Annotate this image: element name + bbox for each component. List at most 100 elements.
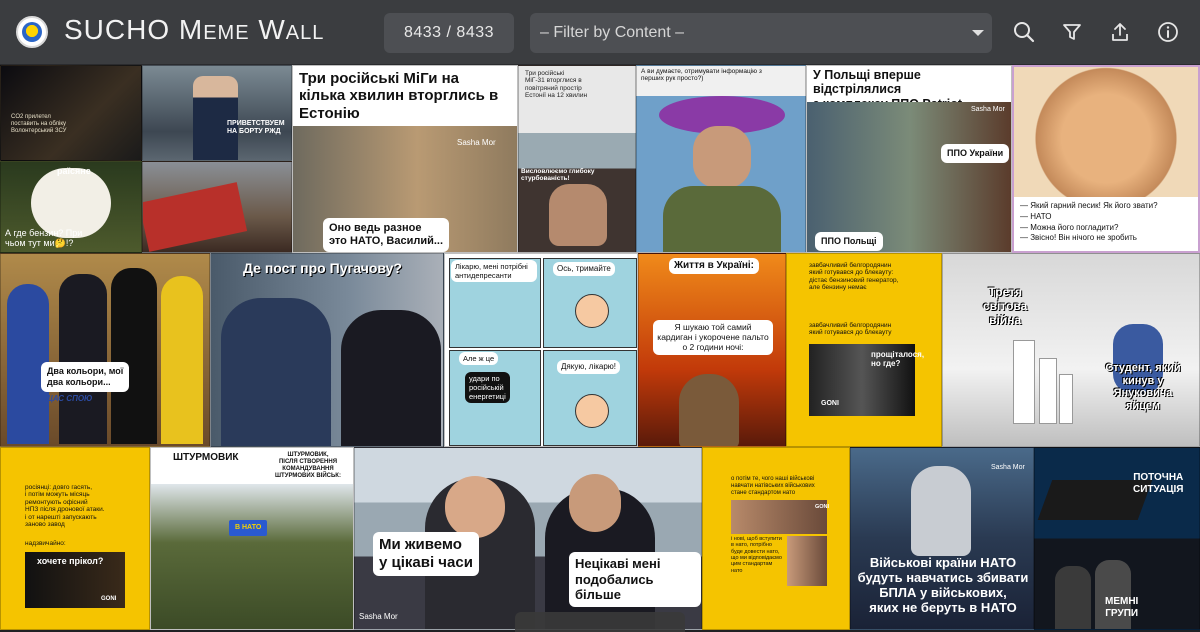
- meme-caption: CO2 прилетел поставить на обліку Волонте…: [11, 114, 67, 134]
- meme-figure: [193, 76, 238, 160]
- meme-tile[interactable]: росіянці: довго гасять, і потім можуть м…: [0, 447, 150, 630]
- meme-caption: завбачливий белгородянин який готувався …: [809, 322, 892, 337]
- meme-tile[interactable]: Ми живемо у цікаві часи Нецікаві мені по…: [354, 447, 702, 630]
- meme-caption: завбачливий белгородянин який готувався …: [809, 262, 899, 292]
- meme-figure: [663, 186, 781, 252]
- meme-figure: [341, 310, 441, 446]
- meme-caption: Третя світова війна: [983, 285, 1028, 327]
- meme-tile[interactable]: У Польщі вперше відстрілялися з комплекс…: [806, 65, 1012, 253]
- meme-tile[interactable]: — Який гарний песик! Як його звати? — НА…: [1012, 65, 1200, 253]
- meme-photo: [731, 500, 827, 534]
- chevron-down-icon: [972, 30, 984, 36]
- sucho-logo-icon[interactable]: [16, 16, 48, 48]
- meme-label: ППО України: [941, 144, 1010, 163]
- meme-figure: [59, 274, 107, 444]
- meme-tile[interactable]: ШТУРМОВИК ШТУРМОВИК, ПІСЛЯ СТВОРЕННЯ КОМ…: [150, 447, 354, 630]
- meme-speech-bubble: Нецікаві мені подобались більше: [569, 552, 701, 607]
- meme-figure: [679, 374, 739, 446]
- meme-caption: Військові країни НАТО будуть навчатись з…: [857, 555, 1029, 615]
- meme-speech-bubble: Дякую, лікарю!: [557, 360, 621, 374]
- top-bar: SUCHO Meme Wall 8433 / 8433 – Filter by …: [0, 0, 1200, 65]
- meme-tile[interactable]: завбачливий белгородянин який готувався …: [786, 253, 942, 447]
- meme-caption: росіянці: довго гасять, і потім можуть м…: [25, 484, 105, 529]
- meme-tile[interactable]: Два кольори, мої два кольори... ЩАС СПОЮ: [0, 253, 210, 447]
- meme-caption: Студент, який кинув у Януковича яйцем: [1105, 362, 1181, 412]
- meme-caption: прощіталося, но где?: [871, 350, 925, 369]
- meme-title: Де пост про Пугачову?: [243, 260, 403, 276]
- meme-title: ШТУРМОВИК: [173, 452, 239, 463]
- meme-speech-bubble: Ось, тримайте: [553, 262, 615, 276]
- meme-speech-bubble: Але ж це: [459, 352, 499, 365]
- meme-caption: раїсяне: [57, 166, 91, 176]
- meme-tile[interactable]: ПРИВЕТСТВУЕМ НА БОРТУ РЖД: [142, 65, 292, 161]
- meme-credit: Sasha Mor: [991, 464, 1025, 471]
- meme-tile[interactable]: Життя в Україні: Я шукаю той самий карди…: [638, 253, 786, 447]
- meme-figure: [143, 182, 248, 252]
- meme-speech-bubble: Я шукаю той самий кардиган і укорочене п…: [653, 320, 773, 355]
- domino: [1013, 340, 1035, 424]
- meme-tile[interactable]: раїсяне А где бензин? При чьом тут ми🤔!?: [0, 161, 142, 253]
- meme-caption: — Який гарний песик! Як його звати? — НА…: [1020, 201, 1158, 243]
- bottom-overlay-bar: [515, 612, 685, 632]
- meme-speech-bubble: Ми живемо у цікаві часи: [373, 532, 479, 576]
- search-icon[interactable]: [1012, 20, 1036, 44]
- meme-tile[interactable]: Де пост про Пугачову?: [210, 253, 444, 447]
- meme-photo: [151, 484, 353, 629]
- meme-caption: МЕМНІ ГРУПИ: [1105, 596, 1139, 619]
- content-filter-placeholder: – Filter by Content –: [540, 24, 685, 41]
- meme-caption: Три російські МіГ-31 вторглися в повітря…: [525, 70, 588, 100]
- domino: [1059, 374, 1073, 424]
- meme-photo: [1014, 67, 1198, 197]
- meme-credit: Sasha Mor: [457, 138, 496, 147]
- meme-tile[interactable]: CO2 прилетел поставить на обліку Волонте…: [0, 65, 142, 161]
- meme-figure: [911, 466, 971, 556]
- meme-figure: [549, 184, 607, 246]
- meme-figure: [1095, 560, 1131, 629]
- meme-tile[interactable]: ПОТОЧНА СИТУАЦІЯ МЕМНІ ГРУПИ: [1034, 447, 1200, 630]
- meme-caption: хочете прікол?: [37, 556, 104, 566]
- meme-tile[interactable]: о потім те, чого наші військові навчати …: [702, 447, 850, 630]
- meme-credit: Sasha Mor: [359, 612, 398, 621]
- meme-tile[interactable]: Третя світова війна Студент, який кинув …: [942, 253, 1200, 447]
- comic-character: [575, 294, 609, 328]
- meme-brand: GONI: [815, 504, 830, 510]
- comic-character: [575, 394, 609, 428]
- meme-badge: В НАТО: [229, 520, 268, 537]
- meme-tile[interactable]: Лікарю, мені потрібні антидепресанти Ось…: [444, 253, 638, 447]
- meme-credit: Sasha Mor: [971, 106, 1005, 113]
- meme-speech-bubble: Оно ведь разное это НАТО, Василий...: [323, 218, 450, 252]
- meme-tile[interactable]: Три російські МіГ-31 вторглися в повітря…: [518, 65, 636, 253]
- domino: [1039, 358, 1057, 424]
- meme-wall-grid: CO2 прилетел поставить на обліку Волонте…: [0, 65, 1200, 630]
- meme-tile[interactable]: [142, 161, 292, 253]
- meme-caption: о потім те, чого наші військові навчати …: [731, 476, 815, 496]
- content-filter-select[interactable]: – Filter by Content –: [530, 13, 992, 53]
- meme-speech-bubble: Лікарю, мені потрібні антидепресанти: [451, 260, 537, 282]
- meme-brand: GONI: [821, 400, 839, 407]
- meme-brand: GONI: [101, 596, 117, 602]
- share-icon[interactable]: [1108, 20, 1132, 44]
- meme-photo: [807, 102, 1011, 252]
- meme-caption: надзвичайно:: [25, 540, 66, 547]
- meme-caption: ЩАС СПОЮ: [45, 394, 93, 403]
- meme-figure: [693, 126, 751, 188]
- meme-tile[interactable]: Три російські МіГи на кілька хвилин втор…: [292, 65, 518, 253]
- meme-counter: 8433 / 8433: [384, 13, 514, 53]
- meme-figure: [1055, 566, 1091, 629]
- meme-figure: [569, 474, 621, 532]
- meme-figure: [445, 476, 505, 538]
- meme-photo: [787, 536, 827, 586]
- meme-caption: А ви думаєте, отримувати інформацію з пе…: [641, 68, 762, 83]
- meme-figure: [161, 276, 203, 444]
- meme-title: Життя в Україні:: [669, 258, 759, 274]
- info-icon[interactable]: [1156, 20, 1180, 44]
- meme-caption: Висловлюємо глибоку стурбованість!: [521, 168, 595, 183]
- filter-icon[interactable]: [1060, 20, 1084, 44]
- meme-title: Три російські МіГи на кілька хвилин втор…: [299, 70, 499, 122]
- meme-caption: ПОТОЧНА СИТУАЦІЯ: [1133, 472, 1184, 495]
- meme-speech-bubble: Два кольори, мої два кольори...: [41, 362, 130, 392]
- meme-caption: удари по російській енергетиці: [465, 372, 510, 403]
- meme-tile[interactable]: А ви думаєте, отримувати інформацію з пе…: [636, 65, 806, 253]
- meme-tile[interactable]: Sasha Mor Військові країни НАТО будуть н…: [850, 447, 1034, 630]
- meme-caption: ПРИВЕТСТВУЕМ НА БОРТУ РЖД: [227, 120, 285, 136]
